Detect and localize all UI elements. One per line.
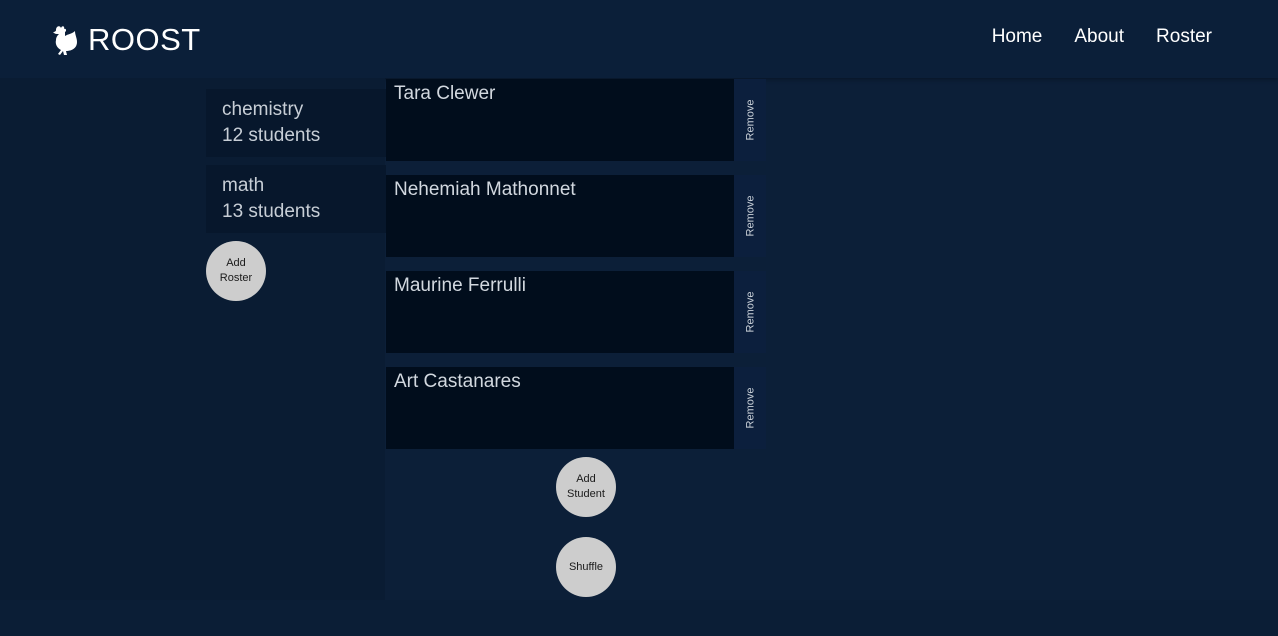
shuffle-label: Shuffle	[568, 560, 604, 573]
add-student-label-line1: Add	[576, 473, 596, 485]
remove-student-button[interactable]: Remove	[734, 271, 766, 353]
roster-name: math	[222, 175, 265, 196]
remove-label: Remove	[744, 387, 756, 429]
rooster-icon	[53, 26, 77, 55]
student-name: Tara Clewer	[394, 83, 496, 104]
remove-student-button[interactable]: Remove	[734, 367, 766, 449]
student-card: Art Castanares Remove	[386, 367, 766, 449]
nav-about-link[interactable]: About	[1074, 26, 1124, 48]
top-navbar: ROOST Home About Roster	[0, 0, 1278, 78]
roster-name: chemistry	[222, 99, 304, 120]
student-card: Tara Clewer Remove	[386, 79, 766, 161]
student-list: Tara Clewer Remove Nehemiah Mathonnet Re…	[386, 79, 766, 463]
student-name: Art Castanares	[394, 371, 521, 392]
nav-roster-link[interactable]: Roster	[1156, 26, 1212, 48]
remove-student-button[interactable]: Remove	[734, 175, 766, 257]
roster-count: 13 students	[222, 201, 321, 222]
add-roster-button[interactable]: Add Roster	[206, 241, 266, 301]
student-name: Nehemiah Mathonnet	[394, 179, 576, 200]
add-roster-label-line1: Add	[226, 257, 246, 269]
student-name: Maurine Ferrulli	[394, 275, 526, 296]
roster-item-chemistry[interactable]: chemistry 12 students	[206, 89, 386, 157]
roster-item-math[interactable]: math 13 students	[206, 165, 386, 233]
student-card: Maurine Ferrulli Remove	[386, 271, 766, 353]
remove-student-button[interactable]: Remove	[734, 79, 766, 161]
remove-label: Remove	[744, 291, 756, 333]
roster-count: 12 students	[222, 125, 321, 146]
brand-title: ROOST	[88, 22, 201, 57]
student-card: Nehemiah Mathonnet Remove	[386, 175, 766, 257]
add-student-label-line2: Student	[567, 488, 605, 500]
roster-list: chemistry 12 students math 13 students	[206, 89, 386, 241]
add-roster-label-line2: Roster	[219, 272, 253, 284]
app-page: ROOST Home About Roster chemistry 12 stu…	[0, 0, 1278, 636]
nav-home-link[interactable]: Home	[992, 26, 1043, 48]
shuffle-button[interactable]: Shuffle	[556, 537, 616, 597]
remove-label: Remove	[744, 99, 756, 141]
brand-link[interactable]: ROOST	[50, 20, 201, 60]
main-nav: Home About Roster	[992, 26, 1212, 48]
add-student-button[interactable]: Add Student	[556, 457, 616, 517]
footer-strip	[0, 600, 1278, 636]
remove-label: Remove	[744, 195, 756, 237]
